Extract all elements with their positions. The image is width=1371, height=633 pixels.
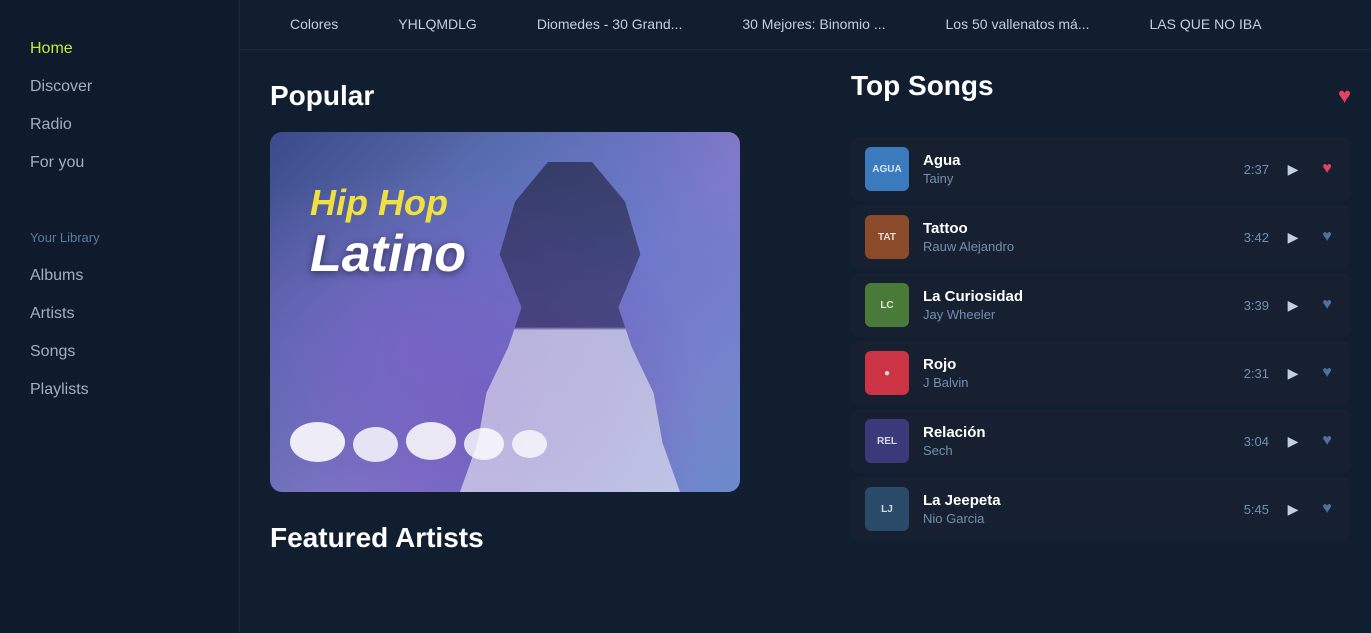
song-row[interactable]: REL Relación Sech 3:04 ▶ ♥ xyxy=(851,409,1351,473)
header-heart-icon[interactable]: ♥ xyxy=(1338,83,1351,109)
genre-hiphop: Hip Hop xyxy=(310,182,466,224)
song-artist: J Balvin xyxy=(923,375,1219,390)
topbar-item-yhlqmdlg[interactable]: YHLQMDLG xyxy=(368,0,507,50)
topbar-item-colores[interactable]: Colores xyxy=(260,0,368,50)
song-info: Rojo J Balvin xyxy=(923,356,1219,390)
song-play-button[interactable]: ▶ xyxy=(1283,433,1303,450)
song-info: La Jeepeta Nio Garcia xyxy=(923,492,1219,526)
song-duration: 3:04 xyxy=(1233,434,1269,449)
song-duration: 3:42 xyxy=(1233,230,1269,245)
sidebar-nav-for-you[interactable]: For you xyxy=(0,144,239,182)
song-duration: 2:31 xyxy=(1233,366,1269,381)
song-artist: Tainy xyxy=(923,171,1219,186)
sidebar-nav-radio[interactable]: Radio xyxy=(0,106,239,144)
song-row[interactable]: LC La Curiosidad Jay Wheeler 3:39 ▶ ♥ xyxy=(851,273,1351,337)
song-info: Agua Tainy xyxy=(923,152,1219,186)
song-row[interactable]: AGUA Agua Tainy 2:37 ▶ ♥ xyxy=(851,137,1351,201)
song-row[interactable]: LJ La Jeepeta Nio Garcia 5:45 ▶ ♥ xyxy=(851,477,1351,541)
song-row[interactable]: ● Rojo J Balvin 2:31 ▶ ♥ xyxy=(851,341,1351,405)
song-duration: 2:37 xyxy=(1233,162,1269,177)
library-section: Your Library AlbumsArtistsSongsPlaylists xyxy=(0,212,239,419)
featured-title: Featured Artists xyxy=(270,522,801,554)
song-name: Relación xyxy=(923,424,1219,441)
song-thumbnail: TAT xyxy=(865,215,909,259)
cloud-1 xyxy=(290,422,345,462)
song-artist: Sech xyxy=(923,443,1219,458)
genre-latino: Latino xyxy=(310,224,466,284)
cloud-2 xyxy=(353,427,398,462)
song-thumbnail: REL xyxy=(865,419,909,463)
popular-card[interactable]: Hip Hop Latino xyxy=(270,132,740,492)
song-thumbnail: ● xyxy=(865,351,909,395)
song-thumbnail: LJ xyxy=(865,487,909,531)
song-heart-button[interactable]: ♥ xyxy=(1317,228,1337,246)
genre-label: Hip Hop Latino xyxy=(310,182,466,284)
song-play-button[interactable]: ▶ xyxy=(1283,229,1303,246)
top-songs-section: Top Songs ♥ AGUA Agua Tainy 2:37 ▶ ♥ TAT Tattoo… xyxy=(831,50,1371,633)
content-area: Popular Hip Hop Latino Featured A xyxy=(240,50,1371,633)
song-heart-button[interactable]: ♥ xyxy=(1317,364,1337,382)
song-heart-button[interactable]: ♥ xyxy=(1317,296,1337,314)
cloud-5 xyxy=(512,430,547,458)
song-name: Agua xyxy=(923,152,1219,169)
song-name: La Jeepeta xyxy=(923,492,1219,509)
library-item-artists[interactable]: Artists xyxy=(0,295,239,333)
song-play-button[interactable]: ▶ xyxy=(1283,297,1303,314)
song-thumbnail: AGUA xyxy=(865,147,909,191)
sidebar-nav-home[interactable]: Home xyxy=(0,30,239,68)
popular-title: Popular xyxy=(270,80,801,112)
song-artist: Jay Wheeler xyxy=(923,307,1219,322)
song-heart-button[interactable]: ♥ xyxy=(1317,160,1337,178)
top-songs-header: Top Songs ♥ xyxy=(851,70,1351,122)
song-duration: 5:45 xyxy=(1233,502,1269,517)
song-name: Rojo xyxy=(923,356,1219,373)
song-info: La Curiosidad Jay Wheeler xyxy=(923,288,1219,322)
song-artist: Rauw Alejandro xyxy=(923,239,1219,254)
song-info: Tattoo Rauw Alejandro xyxy=(923,220,1219,254)
sidebar-nav-discover[interactable]: Discover xyxy=(0,68,239,106)
topbar-item-los-50-vallenatos-má[interactable]: Los 50 vallenatos má... xyxy=(916,0,1120,50)
cloud-3 xyxy=(406,422,456,460)
song-thumbnail: LC xyxy=(865,283,909,327)
song-play-button[interactable]: ▶ xyxy=(1283,365,1303,382)
topbar-item-30-mejores:-binomio-[interactable]: 30 Mejores: Binomio ... xyxy=(712,0,915,50)
song-name: La Curiosidad xyxy=(923,288,1219,305)
library-item-songs[interactable]: Songs xyxy=(0,333,239,371)
main-content: ColoresYHLQMDLGDiomedes - 30 Grand...30 … xyxy=(240,0,1371,633)
song-heart-button[interactable]: ♥ xyxy=(1317,432,1337,450)
cloud-group xyxy=(290,422,547,462)
song-play-button[interactable]: ▶ xyxy=(1283,161,1303,178)
song-heart-button[interactable]: ♥ xyxy=(1317,500,1337,518)
cloud-4 xyxy=(464,428,504,460)
topbar-item-las-que-no-iba[interactable]: LAS QUE NO IBA xyxy=(1120,0,1292,50)
sidebar: HomeDiscoverRadioFor you Your Library Al… xyxy=(0,0,240,633)
song-row[interactable]: TAT Tattoo Rauw Alejandro 3:42 ▶ ♥ xyxy=(851,205,1351,269)
song-artist: Nio Garcia xyxy=(923,511,1219,526)
song-duration: 3:39 xyxy=(1233,298,1269,313)
library-label: Your Library xyxy=(0,222,239,253)
topbar-item-diomedes---30-grand[interactable]: Diomedes - 30 Grand... xyxy=(507,0,713,50)
top-bar: ColoresYHLQMDLGDiomedes - 30 Grand...30 … xyxy=(240,0,1371,50)
top-songs-title: Top Songs xyxy=(851,70,994,102)
song-name: Tattoo xyxy=(923,220,1219,237)
library-item-playlists[interactable]: Playlists xyxy=(0,371,239,409)
songs-list: AGUA Agua Tainy 2:37 ▶ ♥ TAT Tattoo Rauw Alejand… xyxy=(851,137,1351,541)
popular-section: Popular Hip Hop Latino Featured A xyxy=(240,50,831,633)
song-play-button[interactable]: ▶ xyxy=(1283,501,1303,518)
library-item-albums[interactable]: Albums xyxy=(0,257,239,295)
song-info: Relación Sech xyxy=(923,424,1219,458)
nav-section: HomeDiscoverRadioFor you xyxy=(0,30,239,212)
